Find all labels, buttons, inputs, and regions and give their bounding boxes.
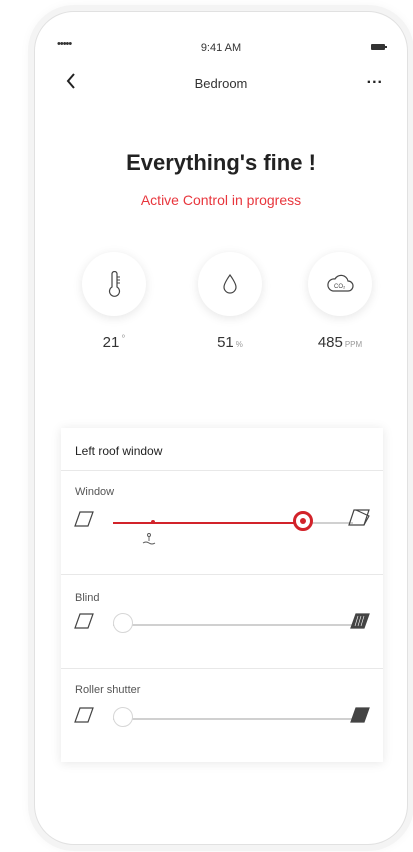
phone-frame: ••••• 9:41 AM Bedroom ... Everything's f… (34, 11, 408, 845)
humidity-reading: 51% (191, 334, 269, 351)
window-slider-knob[interactable] (293, 511, 314, 531)
blind-slider[interactable] (113, 613, 353, 633)
divider (61, 470, 383, 471)
divider (61, 668, 383, 669)
status-headline: Everything's fine ! (126, 150, 316, 175)
humidity-drop-icon (223, 273, 237, 294)
blind-closed-icon (350, 613, 370, 629)
window-open-icon (348, 509, 370, 526)
clock: 9:41 AM (200, 42, 242, 54)
svg-text:CO₂: CO₂ (334, 284, 346, 290)
temperature-value: 21 (102, 334, 120, 351)
blind-label: Blind (75, 592, 100, 604)
temperature-badge (82, 252, 146, 316)
co2-reading: 485 PPM (301, 334, 379, 351)
humidity-value: 51 (217, 334, 234, 351)
window-slider[interactable] (113, 511, 353, 545)
co2-metric: CO₂ 485 PPM (301, 252, 379, 351)
blind-open-icon (74, 613, 94, 629)
humidity-metric: 51% (191, 252, 269, 351)
co2-badge: CO₂ (308, 252, 372, 316)
ventilation-icon (142, 533, 156, 545)
temperature-reading: 21 ° (75, 334, 153, 351)
divider (61, 574, 383, 575)
thermometer-icon (108, 271, 121, 297)
navigation-bar: Bedroom ... (35, 70, 407, 98)
temperature-metric: 21 ° (75, 252, 153, 351)
roller-shutter-closed-icon (350, 707, 370, 723)
humidity-unit: % (235, 340, 243, 349)
window-label: Window (75, 486, 115, 498)
roller-shutter-slider-knob[interactable] (113, 707, 133, 727)
device-card: Left roof window Window Blind Roller shu… (61, 428, 383, 762)
device-title: Left roof window (75, 444, 163, 458)
status-subline: Active Control in progress (140, 192, 302, 208)
status-bar: ••••• 9:41 AM (35, 38, 407, 56)
temperature-unit: ° (121, 334, 126, 345)
roller-shutter-slider[interactable] (113, 707, 353, 727)
co2-cloud-icon: CO₂ (327, 274, 354, 292)
co2-unit: PPM (344, 340, 363, 349)
window-closed-icon (74, 511, 94, 527)
roller-shutter-label: Roller shutter (75, 684, 141, 696)
more-options-button[interactable]: ... (367, 70, 383, 88)
roller-shutter-open-icon (74, 707, 94, 723)
humidity-badge (198, 252, 262, 316)
co2-value: 485 (317, 334, 343, 351)
blind-slider-knob[interactable] (113, 613, 133, 633)
window-slider-fill (113, 522, 304, 524)
battery-icon (371, 44, 387, 50)
page-title: Bedroom (194, 76, 248, 91)
